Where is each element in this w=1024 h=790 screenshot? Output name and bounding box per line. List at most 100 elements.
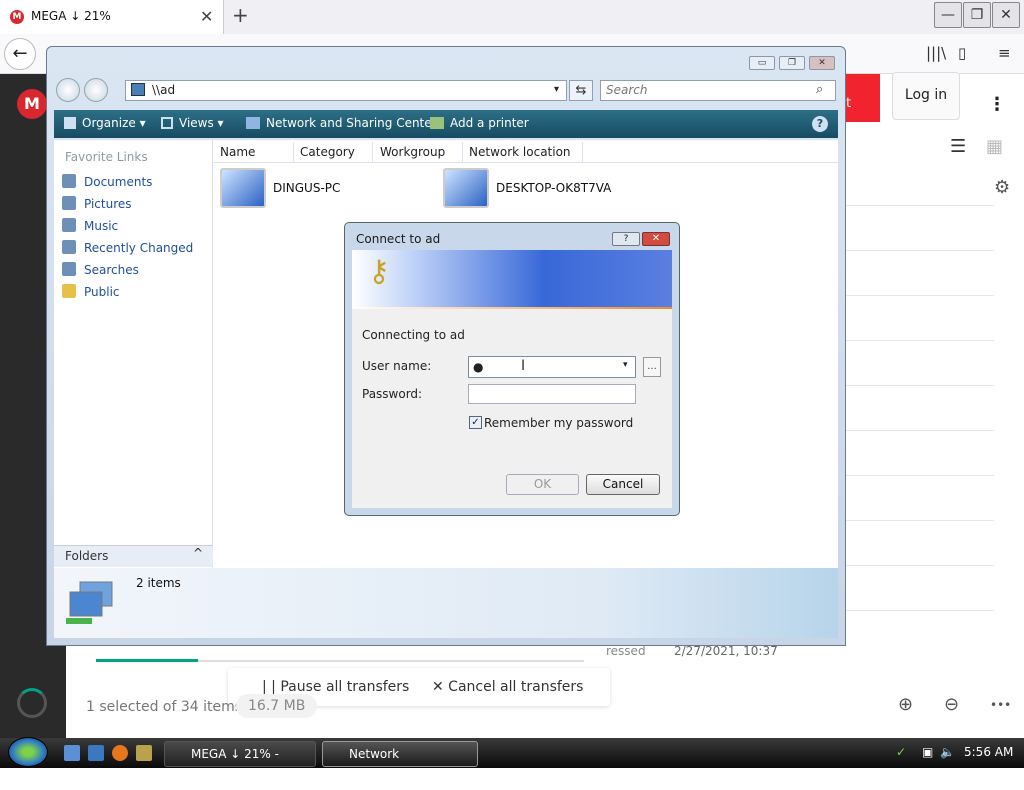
network-sharing-label: Network and Sharing Center	[266, 116, 437, 130]
taskbar-item-network[interactable]: Network	[322, 741, 478, 767]
printer-icon	[430, 117, 444, 129]
computer-item[interactable]	[443, 168, 489, 208]
firefox-icon[interactable]	[112, 745, 128, 761]
address-bar[interactable]: \\ad	[125, 80, 567, 101]
browser-close-button[interactable]: ✕	[992, 2, 1020, 28]
tray-shield-icon[interactable]: ✓	[896, 745, 906, 759]
ok-button[interactable]: OK	[506, 474, 579, 495]
link-icon[interactable]: ⊖	[944, 694, 959, 715]
username-label: User name:	[362, 359, 432, 373]
fav-link-pictures[interactable]: Pictures	[62, 196, 132, 211]
library-icon[interactable]: |||\	[926, 44, 946, 62]
add-printer-button[interactable]: Add a printer	[430, 116, 529, 130]
back-button[interactable]: ←	[4, 38, 36, 70]
new-tab-button[interactable]: +	[232, 3, 249, 27]
music-icon	[62, 218, 76, 232]
fav-link-recently-changed[interactable]: Recently Changed	[62, 240, 193, 255]
taskbar-item-mega[interactable]: MEGA ↓ 21% - Mypal	[164, 741, 316, 785]
column-divider[interactable]	[293, 142, 294, 162]
sidebar-icon[interactable]: ▯	[958, 44, 966, 62]
explorer-minimize-button[interactable]: ▭	[749, 56, 775, 70]
refresh-button[interactable]: ⇆	[569, 80, 593, 101]
transfer-progress-icon[interactable]	[17, 688, 47, 718]
organize-label: Organize ▾	[82, 116, 146, 130]
column-category[interactable]: Category	[300, 145, 355, 159]
network-folder-icon	[131, 83, 145, 96]
connecting-text: Connecting to ad	[362, 328, 465, 342]
items-count: 2 items	[136, 576, 181, 590]
browser-restore-button[interactable]: ❐	[963, 2, 991, 28]
tray-speaker-icon[interactable]: 🔈	[940, 745, 955, 759]
cancel-all-button[interactable]: ✕ Cancel all transfers	[432, 679, 583, 695]
explorer-back-button[interactable]	[56, 78, 80, 102]
organize-button[interactable]: Organize ▾	[64, 116, 146, 130]
switch-windows-icon[interactable]	[88, 745, 104, 761]
list-view-icon[interactable]: ☰	[950, 136, 966, 157]
pause-all-button[interactable]: | | Pause all transfers	[262, 679, 409, 695]
username-dropdown-icon[interactable]: ▾	[623, 360, 628, 370]
searches-icon	[62, 262, 76, 276]
fav-link-searches[interactable]: Searches	[62, 262, 139, 277]
gear-icon[interactable]: ⚙	[994, 177, 1010, 198]
search-icon[interactable]: ⌕	[816, 82, 823, 97]
browse-button[interactable]: ...	[643, 357, 661, 377]
more-options-icon[interactable]: •••	[990, 698, 1011, 712]
mega-red-button[interactable]: t	[840, 74, 880, 122]
column-name[interactable]: Name	[220, 145, 255, 159]
dialog-close-button[interactable]: ✕	[642, 232, 670, 246]
tray-network-icon[interactable]: ▣	[922, 745, 933, 759]
fav-link-label: Music	[84, 219, 119, 233]
password-label: Password:	[362, 387, 423, 401]
grid-view-icon[interactable]: ▦	[986, 136, 1003, 157]
start-button[interactable]	[8, 737, 48, 767]
mypal-icon[interactable]	[136, 745, 152, 761]
menu-icon[interactable]: ≡	[998, 44, 1011, 62]
list-divider	[846, 205, 994, 206]
download-icon[interactable]: ⊕	[898, 694, 913, 715]
fav-link-music[interactable]: Music	[62, 218, 118, 233]
network-sharing-button[interactable]: Network and Sharing Center	[246, 116, 437, 130]
computer-icon	[443, 168, 489, 208]
column-network-location[interactable]: Network location	[469, 145, 571, 159]
clock[interactable]: 5:56 AM	[964, 745, 1013, 759]
tab-close-icon[interactable]: ✕	[200, 7, 213, 26]
transfer-status: ressed	[606, 644, 646, 658]
computer-label[interactable]: DESKTOP-OK8T7VA	[496, 181, 611, 195]
banner-accent-line	[352, 307, 672, 309]
dialog-help-button[interactable]: ?	[612, 232, 640, 246]
explorer-maximize-button[interactable]: ❐	[779, 56, 805, 70]
remember-password-checkbox[interactable]: ✓	[469, 416, 482, 429]
login-button[interactable]: Log in	[892, 72, 960, 120]
column-divider[interactable]	[582, 142, 583, 162]
explorer-close-button[interactable]: ✕	[809, 56, 835, 70]
column-workgroup[interactable]: Workgroup	[380, 145, 445, 159]
fav-link-label: Recently Changed	[84, 241, 194, 255]
show-desktop-icon[interactable]	[64, 745, 80, 761]
fav-link-documents[interactable]: Documents	[62, 174, 152, 189]
fav-link-public[interactable]: Public	[62, 284, 120, 299]
help-icon[interactable]: ?	[812, 116, 828, 132]
chevron-up-icon[interactable]: ^	[193, 546, 203, 560]
explorer-forward-button[interactable]	[84, 78, 108, 102]
organize-icon	[64, 117, 76, 129]
cancel-button[interactable]: Cancel	[586, 474, 660, 495]
remember-password-label[interactable]: Remember my password	[484, 416, 633, 430]
mega-logo[interactable]: M	[17, 89, 47, 119]
kebab-menu-icon[interactable]: ⋮	[988, 94, 1006, 115]
network-icon	[246, 117, 260, 129]
computer-label[interactable]: DINGUS-PC	[273, 181, 340, 195]
mega-favicon-icon: M	[10, 10, 24, 24]
fav-link-label: Documents	[84, 175, 153, 189]
search-input[interactable]: Search	[600, 80, 836, 101]
column-divider[interactable]	[462, 142, 463, 162]
computer-item[interactable]	[220, 168, 266, 208]
list-divider	[846, 340, 994, 341]
network-computers-icon	[66, 581, 113, 624]
password-field[interactable]	[468, 384, 636, 404]
column-divider[interactable]	[372, 142, 373, 162]
views-button[interactable]: Views ▾	[161, 116, 224, 130]
browser-minimize-button[interactable]: —	[934, 2, 962, 28]
address-dropdown-icon[interactable]: ▾	[554, 84, 559, 95]
list-divider	[846, 475, 994, 476]
username-field[interactable]	[468, 356, 636, 378]
